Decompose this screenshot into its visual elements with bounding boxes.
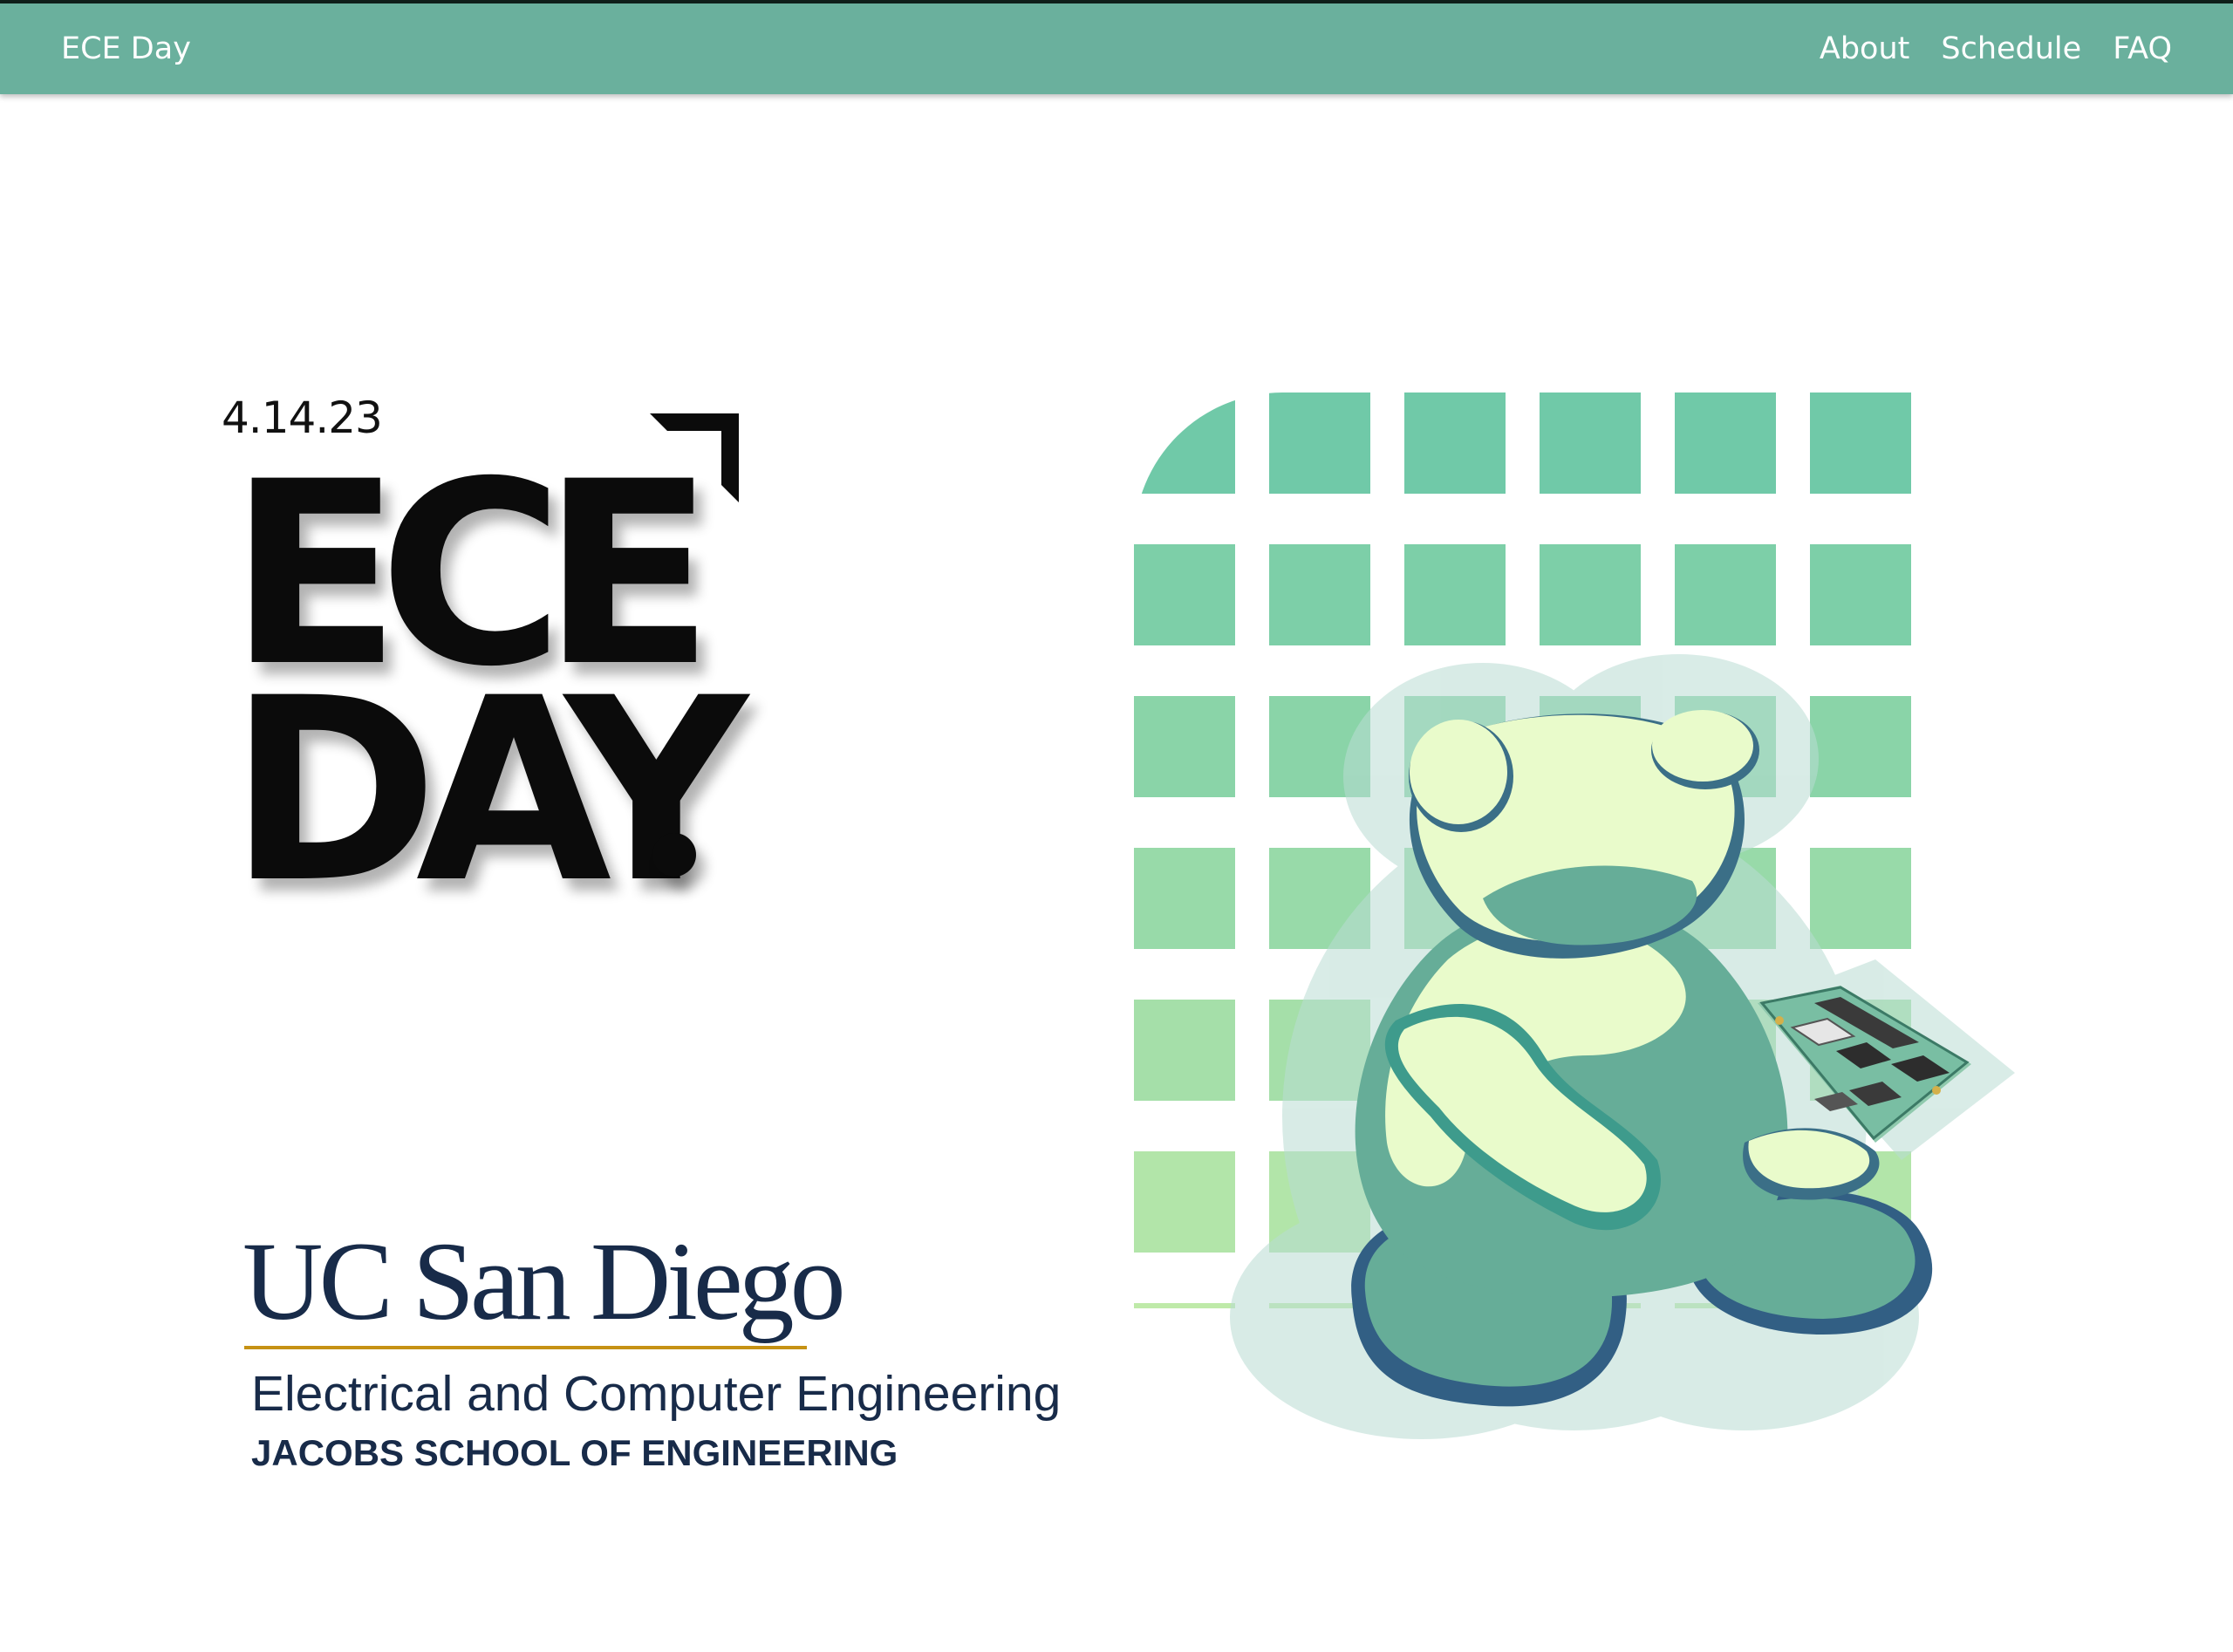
- grid-tile: [1810, 544, 1911, 645]
- grid-tile: [1134, 393, 1235, 494]
- nav-link-schedule[interactable]: Schedule: [1941, 31, 2081, 66]
- grid-tile: [1540, 544, 1641, 645]
- ucsd-gold-rule: [244, 1346, 807, 1349]
- grid-tile: [1404, 393, 1506, 494]
- grid-tile: [1540, 393, 1641, 494]
- nav-links: About Schedule FAQ: [1820, 31, 2172, 66]
- grid-tile: [1675, 393, 1776, 494]
- nav-link-about[interactable]: About: [1820, 31, 1909, 66]
- grid-tile: [1134, 544, 1235, 645]
- logo-period-dot: [652, 833, 696, 877]
- grid-tile: [1134, 1151, 1235, 1253]
- bear-holding-circuit-board-icon: [1134, 393, 2015, 1439]
- grid-tile: [1269, 544, 1370, 645]
- nav-link-faq[interactable]: FAQ: [2113, 31, 2172, 66]
- grid-tile: [1134, 1000, 1235, 1101]
- grid-tile: [1810, 393, 1911, 494]
- top-navbar: ECE Day About Schedule FAQ: [0, 0, 2233, 94]
- grid-tile: [1134, 696, 1235, 797]
- grid-tile: [1404, 544, 1506, 645]
- school-name: JACOBS SCHOOL OF ENGINEERING: [251, 1432, 898, 1473]
- grid-tile: [1810, 696, 1911, 797]
- landing-page: ECE Day About Schedule FAQ 4.14.23 ECE D…: [0, 0, 2233, 1652]
- grid-tile: [1269, 393, 1370, 494]
- ucsd-wordmark: UC San Diego: [242, 1219, 846, 1343]
- department-name: Electrical and Computer Engineering: [251, 1366, 1062, 1422]
- grid-tile: [1675, 544, 1776, 645]
- brand-link[interactable]: ECE Day: [61, 31, 191, 66]
- grid-tile: [1810, 848, 1911, 949]
- grid-tile: [1134, 1303, 1235, 1308]
- logo-title-line2: DAY: [229, 645, 748, 939]
- grid-tile: [1134, 848, 1235, 949]
